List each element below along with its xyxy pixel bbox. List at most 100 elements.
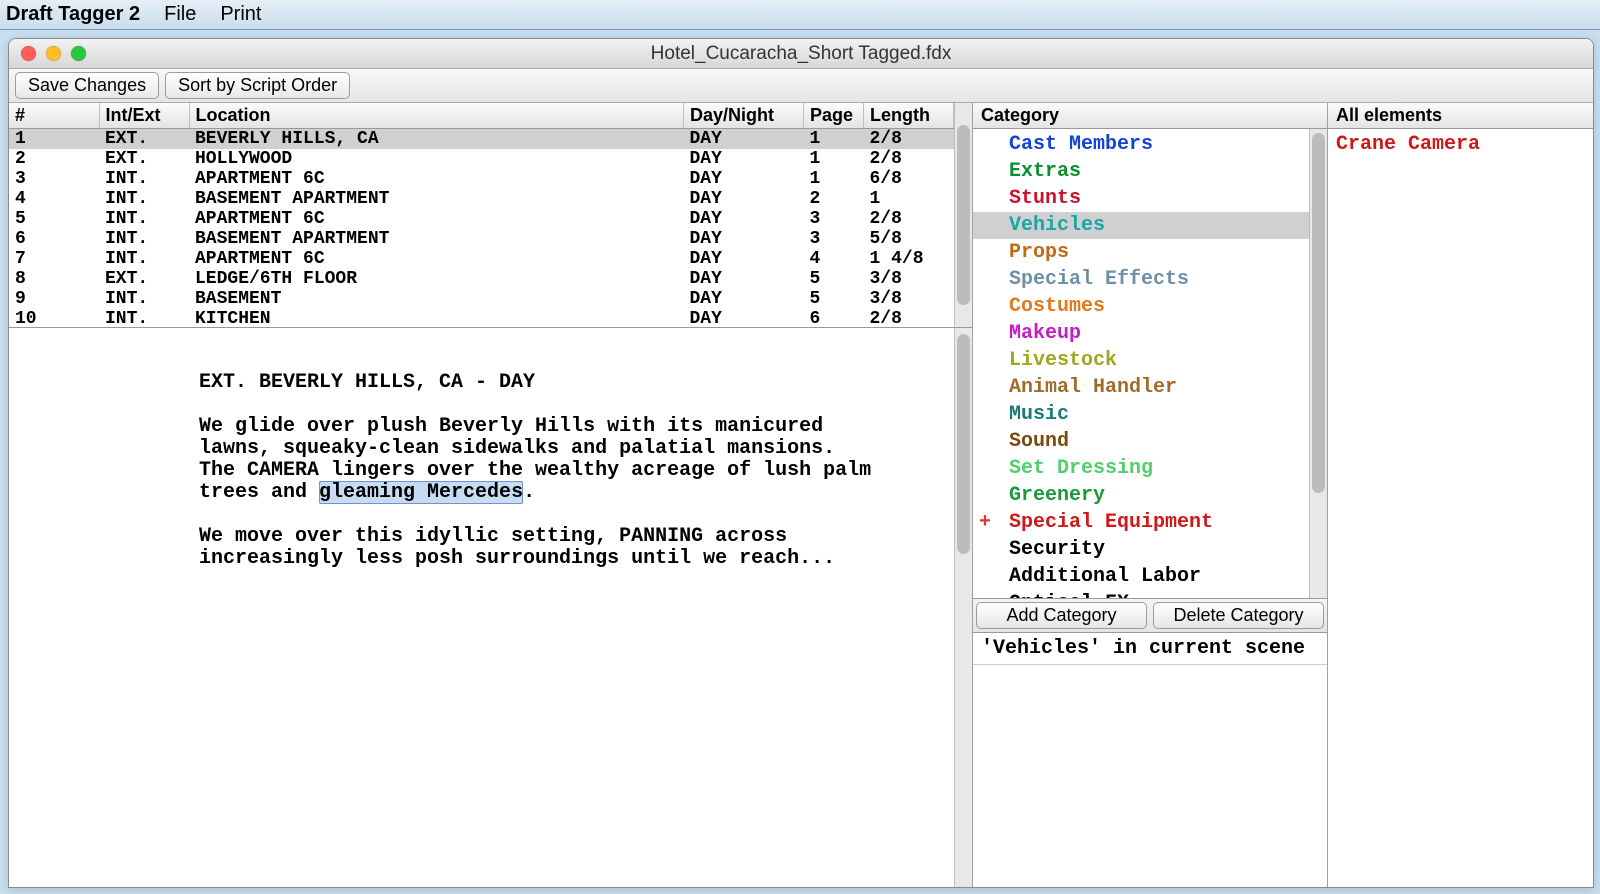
category-item[interactable]: Livestock — [973, 347, 1309, 374]
scene-cell: 5 — [804, 269, 864, 289]
scene-row[interactable]: 3INT.APARTMENT 6CDAY16/8 — [9, 169, 954, 189]
scrollbar-thumb[interactable] — [1312, 133, 1325, 493]
scene-cell: APARTMENT 6C — [189, 249, 684, 269]
category-item[interactable]: Makeup — [973, 320, 1309, 347]
scrollbar-thumb[interactable] — [957, 334, 970, 554]
menu-file[interactable]: File — [164, 3, 196, 26]
tagged-element-vehicle[interactable]: gleaming Mercedes — [319, 481, 523, 504]
toolbar: Save Changes Sort by Script Order — [9, 69, 1593, 103]
scene-cell: DAY — [684, 289, 804, 309]
delete-category-button[interactable]: Delete Category — [1153, 602, 1324, 629]
category-scrollbar[interactable] — [1309, 129, 1327, 598]
script-paragraph: We move over this idyllic setting, PANNI… — [199, 525, 835, 570]
scene-row[interactable]: 9INT.BASEMENTDAY53/8 — [9, 289, 954, 309]
scene-row[interactable]: 5INT.APARTMENT 6CDAY32/8 — [9, 209, 954, 229]
category-label: Costumes — [1009, 295, 1105, 318]
zoom-icon[interactable] — [71, 46, 86, 61]
app-name: Draft Tagger 2 — [6, 3, 140, 26]
category-item[interactable]: Optical FX — [973, 590, 1309, 598]
category-label: Cast Members — [1009, 133, 1153, 156]
save-changes-button[interactable]: Save Changes — [15, 72, 159, 99]
col-header-location[interactable]: Location — [189, 103, 684, 129]
scene-cell: DAY — [684, 229, 804, 249]
col-header-intext[interactable]: Int/Ext — [99, 103, 189, 129]
category-item[interactable]: Set Dressing — [973, 455, 1309, 482]
element-item[interactable]: Crane Camera — [1336, 131, 1585, 158]
scene-row[interactable]: 2EXT.HOLLYWOODDAY12/8 — [9, 149, 954, 169]
scene-cell: 1 — [9, 129, 99, 150]
scene-cell: DAY — [684, 169, 804, 189]
category-item[interactable]: Vehicles — [973, 212, 1309, 239]
category-header[interactable]: Category — [973, 103, 1327, 129]
close-icon[interactable] — [21, 46, 36, 61]
category-item[interactable]: Greenery — [973, 482, 1309, 509]
minimize-icon[interactable] — [46, 46, 61, 61]
scene-row[interactable]: 8EXT.LEDGE/6TH FLOORDAY53/8 — [9, 269, 954, 289]
scene-row[interactable]: 1EXT.BEVERLY HILLS, CADAY12/8 — [9, 129, 954, 150]
category-in-scene-list[interactable] — [973, 665, 1327, 887]
category-item[interactable]: Sound — [973, 428, 1309, 455]
add-category-button[interactable]: Add Category — [976, 602, 1147, 629]
scene-cell: 9 — [9, 289, 99, 309]
category-item[interactable]: Extras — [973, 158, 1309, 185]
category-label: Sound — [1009, 430, 1069, 453]
col-header-number[interactable]: # — [9, 103, 99, 129]
menu-print[interactable]: Print — [220, 3, 261, 26]
scene-cell: 4 — [9, 189, 99, 209]
scene-cell: BEVERLY HILLS, CA — [189, 129, 684, 150]
elements-header[interactable]: All elements — [1328, 103, 1593, 129]
category-list: Cast MembersExtrasStuntsVehiclesPropsSpe… — [973, 129, 1309, 598]
script-scrollbar[interactable] — [954, 328, 972, 887]
category-label: Special Effects — [1009, 268, 1189, 291]
scene-cell: INT. — [99, 229, 189, 249]
col-header-length[interactable]: Length — [864, 103, 954, 129]
scene-cell: APARTMENT 6C — [189, 169, 684, 189]
category-item[interactable]: Special Effects — [973, 266, 1309, 293]
scene-cell: 3/8 — [864, 269, 954, 289]
scene-cell: 1 — [804, 169, 864, 189]
scene-row[interactable]: 7INT.APARTMENT 6CDAY41 4/8 — [9, 249, 954, 269]
category-item[interactable]: Additional Labor — [973, 563, 1309, 590]
scene-cell: 2 — [9, 149, 99, 169]
scene-slugline: EXT. BEVERLY HILLS, CA - DAY — [199, 371, 535, 394]
category-item[interactable]: Security — [973, 536, 1309, 563]
titlebar[interactable]: Hotel_Cucaracha_Short Tagged.fdx — [9, 39, 1593, 69]
category-button-bar: Add Category Delete Category — [973, 599, 1327, 633]
scene-cell: 6 — [9, 229, 99, 249]
category-item[interactable]: Cast Members — [973, 131, 1309, 158]
category-label: Livestock — [1009, 349, 1117, 372]
category-item[interactable]: +Special Equipment — [973, 509, 1309, 536]
category-item[interactable]: Stunts — [973, 185, 1309, 212]
scene-cell: 5 — [9, 209, 99, 229]
scene-cell: INT. — [99, 249, 189, 269]
col-header-daynight[interactable]: Day/Night — [684, 103, 804, 129]
scene-cell: HOLLYWOOD — [189, 149, 684, 169]
col-header-page[interactable]: Page — [804, 103, 864, 129]
scene-cell: 1 — [864, 189, 954, 209]
scene-row[interactable]: 4INT.BASEMENT APARTMENTDAY21 — [9, 189, 954, 209]
category-item[interactable]: Animal Handler — [973, 374, 1309, 401]
category-label: Greenery — [1009, 484, 1105, 507]
script-text[interactable]: EXT. BEVERLY HILLS, CA - DAY We glide ov… — [9, 328, 954, 887]
plus-icon: + — [979, 509, 991, 536]
scene-cell: DAY — [684, 249, 804, 269]
scene-cell: BASEMENT — [189, 289, 684, 309]
left-column: # Int/Ext Location Day/Night Page Length… — [9, 103, 973, 887]
category-item[interactable]: Music — [973, 401, 1309, 428]
scrollbar-thumb[interactable] — [957, 125, 970, 305]
category-item[interactable]: Props — [973, 239, 1309, 266]
scene-row[interactable]: 10INT.KITCHENDAY62/8 — [9, 309, 954, 327]
scene-cell: 7 — [9, 249, 99, 269]
category-item[interactable]: Costumes — [973, 293, 1309, 320]
system-menubar: Draft Tagger 2 File Print — [0, 0, 1600, 30]
scene-table-scrollbar[interactable] — [954, 103, 972, 327]
category-label: Security — [1009, 538, 1105, 561]
scene-cell: LEDGE/6TH FLOOR — [189, 269, 684, 289]
scene-cell: 3/8 — [864, 289, 954, 309]
scene-cell: 8 — [9, 269, 99, 289]
window-controls — [9, 46, 86, 61]
sort-script-order-button[interactable]: Sort by Script Order — [165, 72, 350, 99]
scene-cell: 2/8 — [864, 129, 954, 150]
scene-row[interactable]: 6INT.BASEMENT APARTMENTDAY35/8 — [9, 229, 954, 249]
scene-cell: 10 — [9, 309, 99, 327]
